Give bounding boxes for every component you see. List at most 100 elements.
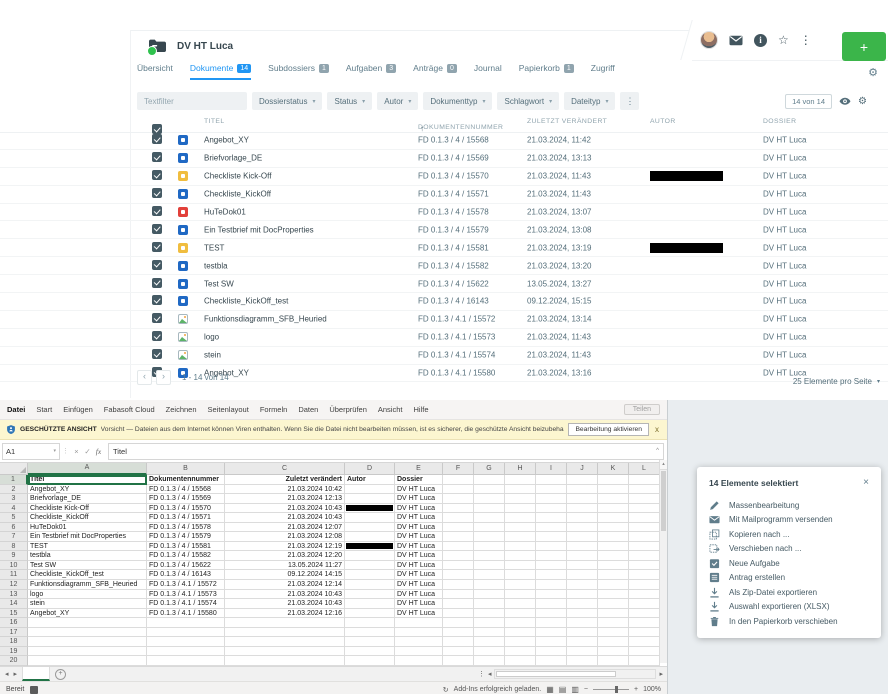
cell-empty[interactable] bbox=[505, 647, 536, 657]
cell-empty[interactable] bbox=[536, 561, 567, 571]
cell-empty[interactable] bbox=[505, 513, 536, 523]
scroll-up-icon[interactable]: ▴ bbox=[660, 460, 667, 470]
column-header[interactable]: F bbox=[443, 463, 474, 475]
row-header[interactable]: 6 bbox=[0, 523, 28, 533]
cell-empty[interactable] bbox=[474, 656, 505, 666]
column-settings-gear-icon[interactable]: ⚙ bbox=[858, 96, 867, 107]
cell-empty[interactable] bbox=[443, 570, 474, 580]
cell-empty[interactable] bbox=[598, 609, 629, 619]
cell-empty[interactable] bbox=[629, 532, 660, 542]
scrollbar-thumb[interactable] bbox=[661, 471, 666, 531]
cell-e[interactable]: DV HT Luca bbox=[395, 599, 443, 609]
cell-d[interactable] bbox=[345, 628, 395, 638]
cell-empty[interactable] bbox=[629, 599, 660, 609]
cancel-entry-icon[interactable]: × bbox=[71, 447, 82, 456]
cell-empty[interactable] bbox=[629, 523, 660, 533]
cell-empty[interactable] bbox=[474, 561, 505, 571]
vertical-scrollbar[interactable]: ▴ bbox=[659, 460, 667, 663]
row-header[interactable]: 8 bbox=[0, 542, 28, 552]
row-checkbox[interactable] bbox=[152, 206, 162, 216]
cell-empty[interactable] bbox=[474, 599, 505, 609]
table-row[interactable]: Funktionsdiagramm_SFB_Heuried FD 0.1.3 /… bbox=[0, 311, 888, 329]
cell-e[interactable]: DV HT Luca bbox=[395, 494, 443, 504]
row-checkbox[interactable] bbox=[152, 331, 162, 341]
cell-empty[interactable] bbox=[536, 494, 567, 504]
ribbon-tab[interactable]: Hilfe bbox=[413, 405, 428, 414]
cell-empty[interactable] bbox=[567, 513, 598, 523]
cell-a[interactable] bbox=[28, 628, 147, 638]
cell-e[interactable]: DV HT Luca bbox=[395, 513, 443, 523]
cell-d[interactable] bbox=[345, 609, 395, 619]
table-row[interactable]: logo FD 0.1.3 / 4.1 / 15573 21.03.2024, … bbox=[0, 329, 888, 347]
ribbon-tab[interactable]: Fabasoft Cloud bbox=[104, 405, 155, 414]
cell-empty[interactable] bbox=[443, 590, 474, 600]
view-settings-gear-icon[interactable]: ⚙ bbox=[868, 66, 878, 79]
cell-empty[interactable] bbox=[567, 609, 598, 619]
sheet-tab[interactable] bbox=[22, 667, 50, 681]
cell-empty[interactable] bbox=[629, 590, 660, 600]
cell-empty[interactable] bbox=[598, 523, 629, 533]
cell-empty[interactable] bbox=[567, 570, 598, 580]
cell-b[interactable] bbox=[147, 637, 225, 647]
document-title[interactable]: HuTeDok01 bbox=[204, 208, 246, 217]
table-row[interactable]: Angebot_XY FD 0.1.3 / 4.1 / 15580 21.03.… bbox=[0, 365, 888, 383]
cell-a[interactable]: Test SW bbox=[28, 561, 147, 571]
cell-empty[interactable] bbox=[443, 647, 474, 657]
cell-empty[interactable] bbox=[536, 656, 567, 666]
cell-empty[interactable] bbox=[443, 532, 474, 542]
cell-empty[interactable] bbox=[505, 494, 536, 504]
horizontal-scrollbar[interactable]: ⋮ ◂ ▸ bbox=[478, 669, 667, 679]
tab[interactable]: Zugriff bbox=[591, 63, 615, 80]
cell-b[interactable]: FD 0.1.3 / 4 / 15569 bbox=[147, 494, 225, 504]
tab[interactable]: Übersicht bbox=[137, 63, 173, 80]
document-title[interactable]: Ein Testbrief mit DocProperties bbox=[204, 225, 314, 234]
cell-empty[interactable] bbox=[536, 504, 567, 514]
cell-d[interactable] bbox=[345, 618, 395, 628]
tab[interactable]: Dokumente 14 bbox=[190, 63, 251, 80]
cell-empty[interactable] bbox=[505, 609, 536, 619]
cell-empty[interactable] bbox=[505, 580, 536, 590]
row-header[interactable]: 18 bbox=[0, 637, 28, 647]
cell-empty[interactable] bbox=[629, 656, 660, 666]
row-header[interactable]: 19 bbox=[0, 647, 28, 657]
eye-icon[interactable] bbox=[839, 97, 851, 106]
cell-e[interactable]: DV HT Luca bbox=[395, 504, 443, 514]
cell-a[interactable] bbox=[28, 647, 147, 657]
cell-a[interactable]: Titel bbox=[28, 475, 147, 485]
cell-empty[interactable] bbox=[567, 618, 598, 628]
row-header[interactable]: 7 bbox=[0, 532, 28, 542]
cell-a[interactable] bbox=[28, 618, 147, 628]
cell-empty[interactable] bbox=[443, 628, 474, 638]
cell-empty[interactable] bbox=[474, 609, 505, 619]
cell-e[interactable]: DV HT Luca bbox=[395, 523, 443, 533]
cell-a[interactable]: TEST bbox=[28, 542, 147, 552]
cell-empty[interactable] bbox=[598, 599, 629, 609]
more-menu-icon[interactable]: ⋮ bbox=[800, 34, 812, 46]
cell-c[interactable] bbox=[225, 656, 345, 666]
cell-c[interactable]: 21.03.2024 12:20 bbox=[225, 551, 345, 561]
cell-b[interactable]: FD 0.1.3 / 4.1 / 15573 bbox=[147, 590, 225, 600]
table-row[interactable]: stein FD 0.1.3 / 4.1 / 15574 21.03.2024,… bbox=[0, 347, 888, 365]
cell-empty[interactable] bbox=[536, 609, 567, 619]
cell-empty[interactable] bbox=[536, 647, 567, 657]
sheet-nav-right-icon[interactable]: ▸ bbox=[14, 670, 18, 678]
cell-empty[interactable] bbox=[505, 475, 536, 485]
cell-empty[interactable] bbox=[474, 628, 505, 638]
cell-empty[interactable] bbox=[505, 628, 536, 638]
column-header[interactable]: D bbox=[345, 463, 395, 475]
cell-d[interactable] bbox=[345, 542, 395, 552]
cell-e[interactable]: Dossier bbox=[395, 475, 443, 485]
cell-c[interactable]: 21.03.2024 10:43 bbox=[225, 513, 345, 523]
cell-empty[interactable] bbox=[474, 475, 505, 485]
row-checkbox[interactable] bbox=[152, 224, 162, 234]
cell-empty[interactable] bbox=[536, 532, 567, 542]
cell-c[interactable] bbox=[225, 628, 345, 638]
accept-entry-icon[interactable]: ✓ bbox=[82, 447, 93, 456]
cell-empty[interactable] bbox=[598, 532, 629, 542]
ribbon-tab[interactable]: Formeln bbox=[260, 405, 288, 414]
cell-c[interactable] bbox=[225, 647, 345, 657]
cell-empty[interactable] bbox=[598, 551, 629, 561]
cell-empty[interactable] bbox=[474, 494, 505, 504]
cell-empty[interactable] bbox=[443, 561, 474, 571]
cell-b[interactable]: FD 0.1.3 / 4 / 15568 bbox=[147, 485, 225, 495]
